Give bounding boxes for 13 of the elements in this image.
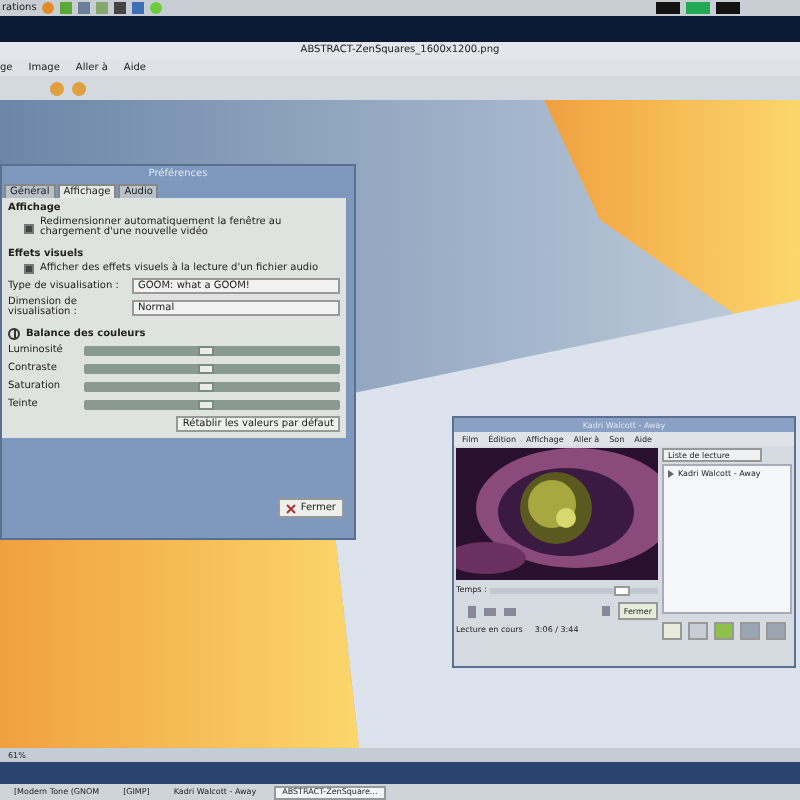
seek-thumb[interactable] xyxy=(613,585,630,595)
slider-thumb[interactable] xyxy=(198,346,215,356)
slider[interactable] xyxy=(84,400,340,410)
slider[interactable] xyxy=(84,382,340,392)
slider[interactable] xyxy=(84,346,340,356)
slider[interactable] xyxy=(84,364,340,374)
checkbox[interactable] xyxy=(24,223,34,233)
slider-thumb[interactable] xyxy=(198,364,215,374)
slider-thumb[interactable] xyxy=(198,382,215,392)
expander-icon[interactable] xyxy=(8,328,20,340)
checkbox[interactable] xyxy=(24,264,34,274)
close-icon xyxy=(286,503,297,513)
slider-thumb[interactable] xyxy=(198,400,215,410)
